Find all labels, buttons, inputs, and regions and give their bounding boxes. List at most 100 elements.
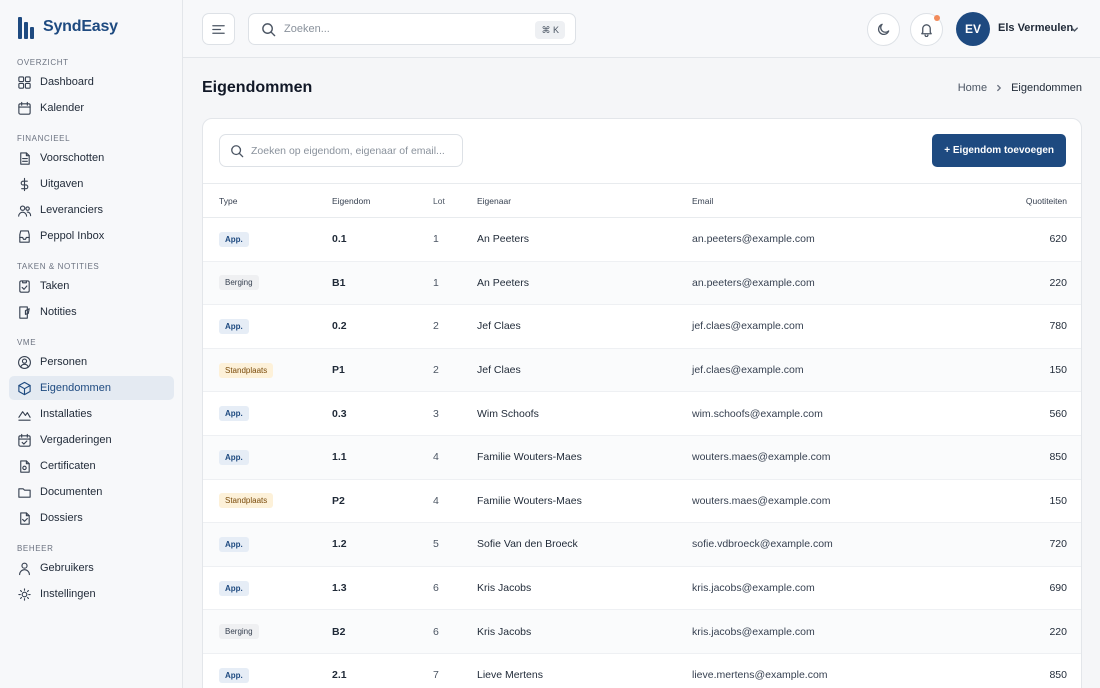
sidebar-item-peppol-inbox[interactable]: Peppol Inbox xyxy=(9,224,174,248)
cell-owner: Sofie Van den Broeck xyxy=(477,522,692,567)
table-search-input[interactable] xyxy=(251,144,451,157)
column-header-property[interactable]: Eigendom xyxy=(332,183,433,218)
sidebar-item-leveranciers[interactable]: Leveranciers xyxy=(9,198,174,222)
column-header-email[interactable]: Email xyxy=(692,183,952,218)
sidebar-item-certificaten[interactable]: Certificaten xyxy=(9,454,174,478)
user-name[interactable]: Els Vermeulen xyxy=(998,22,1073,34)
settings-icon xyxy=(18,587,31,601)
chevron-down-icon[interactable] xyxy=(1069,24,1080,35)
table-row[interactable]: Berging B1 1 An Peeters an.peeters@example.c… xyxy=(203,261,1081,306)
user-avatar[interactable]: EV xyxy=(956,12,990,46)
type-badge: Berging xyxy=(219,624,259,640)
sidebar-item-personen[interactable]: Personen xyxy=(9,350,174,374)
folder-icon xyxy=(18,487,31,498)
table-row[interactable]: App. 0.2 2 Jef Claes jef.claes@example.com 78… xyxy=(203,304,1081,349)
cell-type: App. xyxy=(203,435,332,480)
sidebar-item-notities[interactable]: Notities xyxy=(9,300,174,324)
cell-email: jef.claes@example.com xyxy=(692,348,952,393)
menu-icon xyxy=(212,24,225,34)
cell-lot: 4 xyxy=(433,435,477,480)
cell-type: App. xyxy=(203,391,332,436)
cell-owner: Familie Wouters-Maes xyxy=(477,479,692,524)
calendar-icon xyxy=(18,101,31,115)
cell-owner: Jef Claes xyxy=(477,348,692,393)
cell-email: wim.schoofs@example.com xyxy=(692,391,952,436)
sidebar-item-installaties[interactable]: Installaties xyxy=(9,402,174,426)
table-row[interactable]: App. 0.3 3 Wim Schoofs wim.schoofs@example.c… xyxy=(203,391,1081,436)
sidebar-item-taken[interactable]: Taken xyxy=(9,274,174,298)
column-header-quota[interactable]: Quotiteiten xyxy=(952,183,1081,218)
cell-property: 1.1 xyxy=(332,435,433,480)
notifications-button[interactable] xyxy=(910,13,943,46)
sidebar-item-eigendommen[interactable]: Eigendommen xyxy=(9,376,174,400)
table-row[interactable]: Standplaats P2 4 Familie Wouters-Maes wouter… xyxy=(203,479,1081,524)
cell-quota: 150 xyxy=(952,479,1081,524)
sidebar-item-dashboard[interactable]: Dashboard xyxy=(9,70,174,94)
cell-quota: 780 xyxy=(952,304,1081,349)
cell-property: P1 xyxy=(332,348,433,393)
breadcrumb-home[interactable]: Home xyxy=(958,82,987,94)
search-icon xyxy=(262,22,276,36)
sidebar-item-uitgaven[interactable]: Uitgaven xyxy=(9,172,174,196)
type-badge: App. xyxy=(219,580,249,596)
type-badge: App. xyxy=(219,536,249,552)
sidebar-item-label: Gebruikers xyxy=(40,562,94,574)
task-icon xyxy=(19,279,30,293)
table-row[interactable]: App. 0.1 1 An Peeters an.peeters@example.com… xyxy=(203,217,1081,262)
column-header-owner[interactable]: Eigenaar xyxy=(477,183,692,218)
sidebar-item-label: Eigendommen xyxy=(40,382,111,394)
column-header-type[interactable]: Type xyxy=(203,183,332,218)
cell-owner: Lieve Mertens xyxy=(477,653,692,688)
topbar: ⌘ K EV Els Vermeulen xyxy=(183,0,1100,58)
cell-owner: An Peeters xyxy=(477,217,692,262)
sidebar-item-instellingen[interactable]: Instellingen xyxy=(9,582,174,606)
type-badge: Berging xyxy=(219,275,259,291)
table-row[interactable]: App. 1.3 6 Kris Jacobs kris.jacobs@example.c… xyxy=(203,566,1081,611)
cell-email: kris.jacobs@example.com xyxy=(692,609,952,654)
cell-type: App. xyxy=(203,653,332,688)
sidebar-section-label: FINANCIEEL xyxy=(17,134,71,143)
cell-email: wouters.maes@example.com xyxy=(692,479,952,524)
sidebar-item-vergaderingen[interactable]: Vergaderingen xyxy=(9,428,174,452)
cell-lot: 5 xyxy=(433,522,477,567)
add-property-button[interactable]: + Eigendom toevoegen xyxy=(932,134,1066,167)
type-badge: App. xyxy=(219,667,249,683)
cell-quota: 720 xyxy=(952,522,1081,567)
cell-type: Standplaats xyxy=(203,479,332,524)
sidebar-item-kalender[interactable]: Kalender xyxy=(9,96,174,120)
app-name: SyndEasy xyxy=(43,18,118,35)
column-header-lot[interactable]: Lot xyxy=(433,183,477,218)
sidebar-nav: OVERZICHT Dashboard Kalender FINANCIEEL Voor… xyxy=(0,56,183,608)
users-icon xyxy=(18,204,32,217)
sidebar-item-gebruikers[interactable]: Gebruikers xyxy=(9,556,174,580)
sidebar-section-label: TAKEN & NOTITIES xyxy=(17,262,100,271)
table-row[interactable]: App. 2.1 7 Lieve Mertens lieve.mertens@examp… xyxy=(203,653,1081,688)
table-row[interactable]: App. 1.2 5 Sofie Van den Broeck sofie.vdbroe… xyxy=(203,522,1081,567)
sidebar-item-label: Dossiers xyxy=(40,512,83,524)
global-search-input[interactable] xyxy=(284,23,514,35)
global-search[interactable]: ⌘ K xyxy=(248,13,576,45)
cell-owner: Wim Schoofs xyxy=(477,391,692,436)
breadcrumb: Home Eigendommen xyxy=(958,82,1082,94)
cell-type: App. xyxy=(203,304,332,349)
table-row[interactable]: App. 1.1 4 Familie Wouters-Maes wouters.maes… xyxy=(203,435,1081,480)
table-row[interactable]: Standplaats P1 2 Jef Claes jef.claes@example… xyxy=(203,348,1081,393)
sidebar-item-dossiers[interactable]: Dossiers xyxy=(9,506,174,530)
cell-owner: Familie Wouters-Maes xyxy=(477,435,692,480)
sidebar-item-label: Installaties xyxy=(40,408,92,420)
cell-property: B2 xyxy=(332,609,433,654)
table-row[interactable]: Berging B2 6 Kris Jacobs kris.jacobs@example… xyxy=(203,609,1081,654)
table-search[interactable] xyxy=(219,134,463,167)
cell-type: App. xyxy=(203,522,332,567)
sidebar-item-documenten[interactable]: Documenten xyxy=(9,480,174,504)
cell-email: an.peeters@example.com xyxy=(692,217,952,262)
type-badge: App. xyxy=(219,231,249,247)
menu-toggle-button[interactable] xyxy=(202,13,235,45)
theme-toggle-button[interactable] xyxy=(867,13,900,46)
type-badge: App. xyxy=(219,318,249,334)
sidebar-item-label: Uitgaven xyxy=(40,178,84,190)
sidebar-item-label: Peppol Inbox xyxy=(40,230,105,242)
logo[interactable]: SyndEasy xyxy=(18,15,118,39)
cell-email: wouters.maes@example.com xyxy=(692,435,952,480)
sidebar-item-voorschotten[interactable]: Voorschotten xyxy=(9,146,174,170)
